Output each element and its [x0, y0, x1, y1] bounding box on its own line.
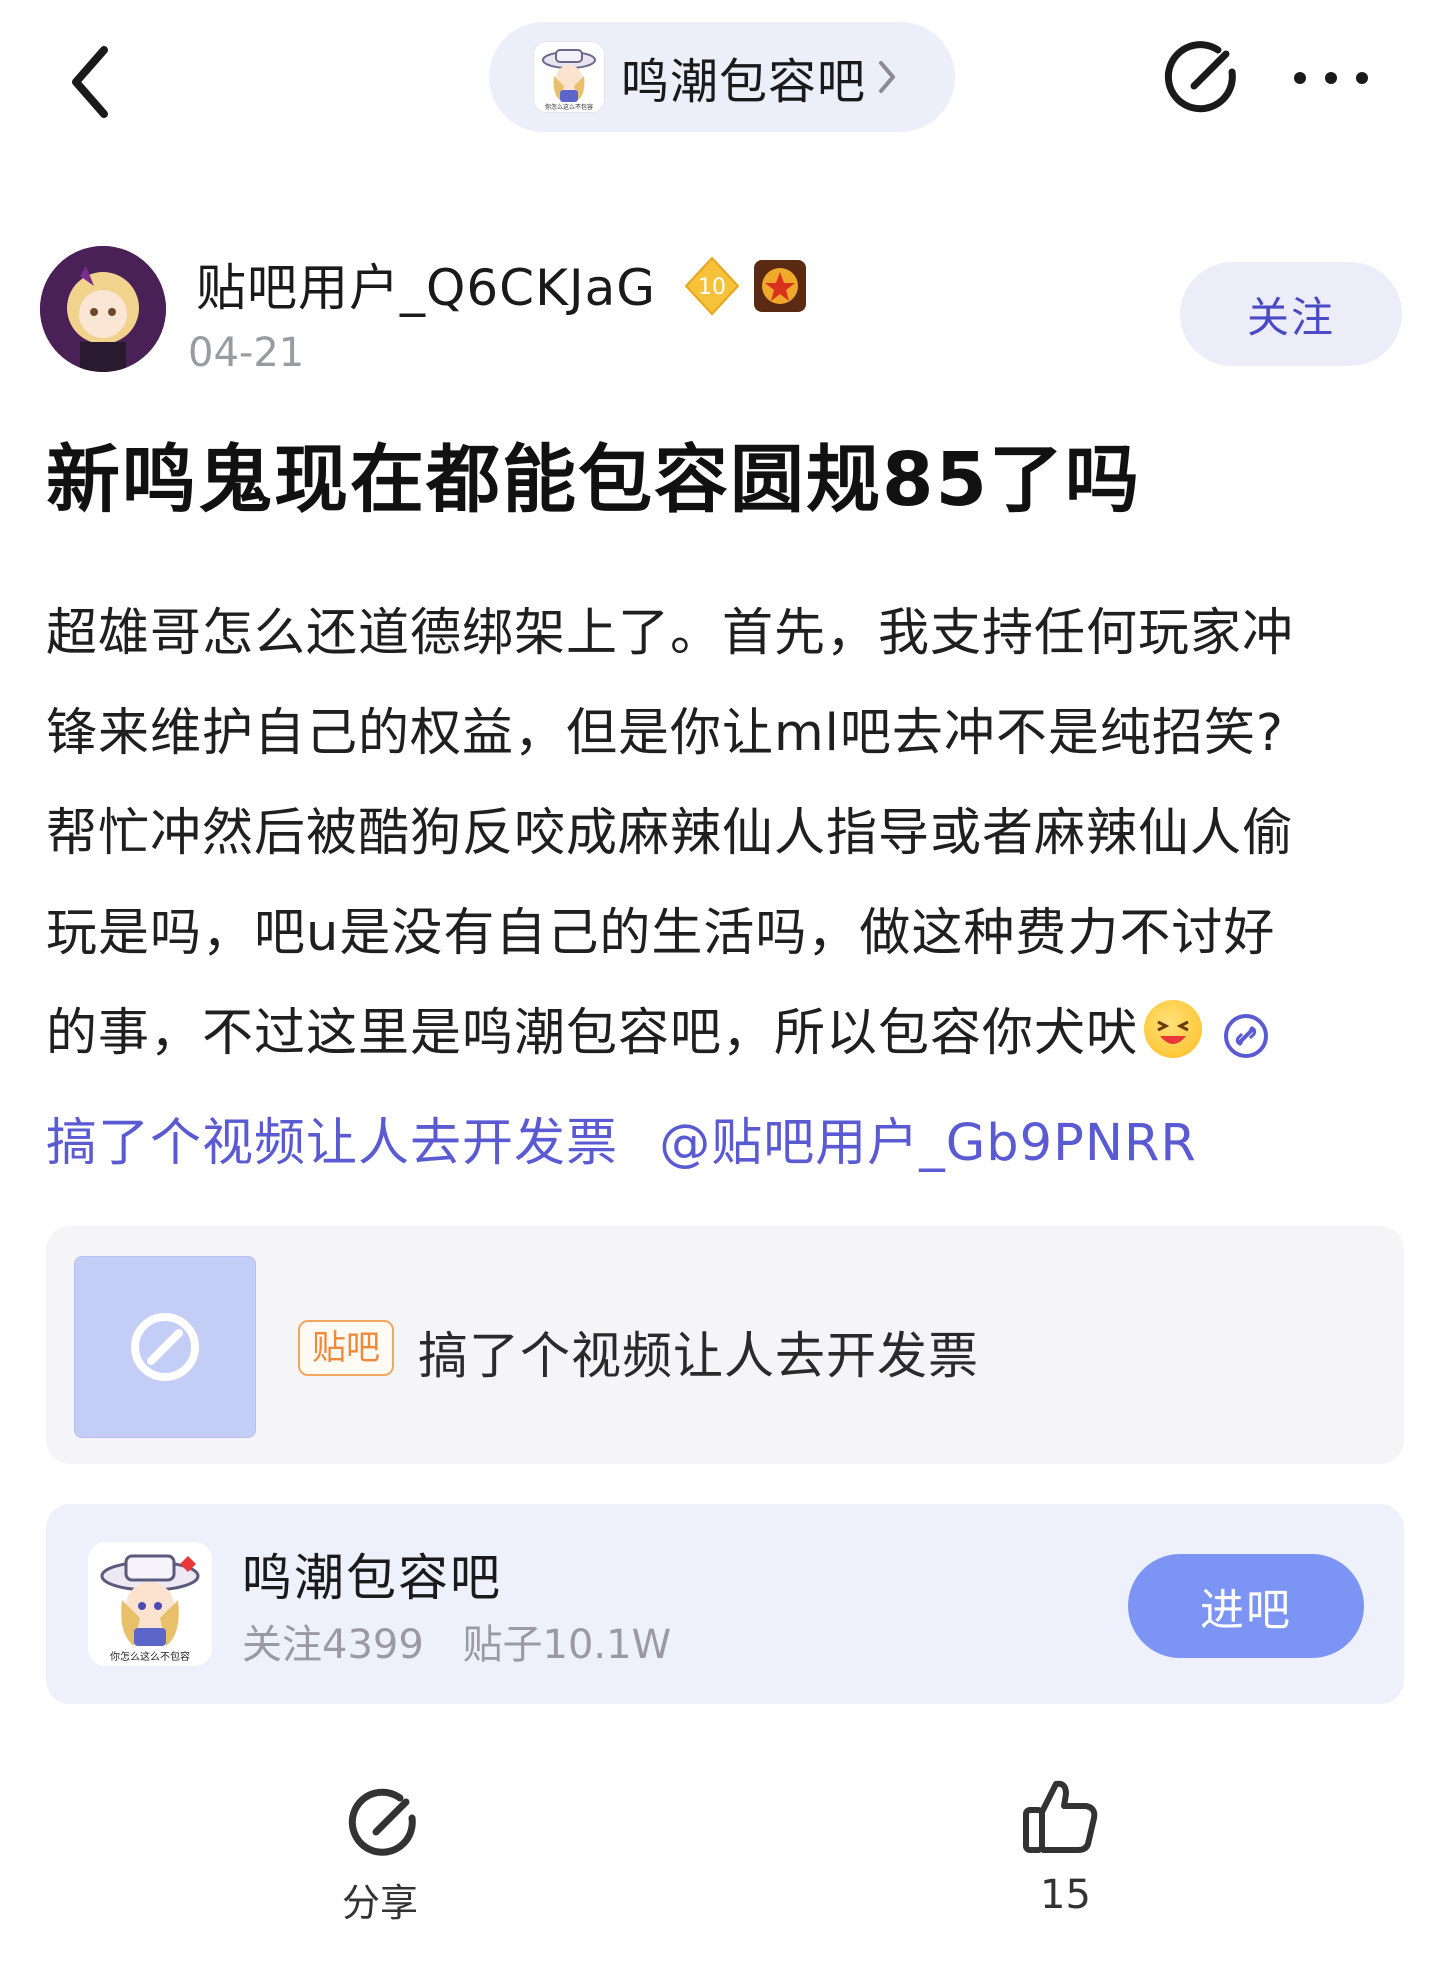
share-icon [346, 1786, 422, 1866]
source-tag: 贴吧 [298, 1320, 394, 1376]
forum-name: 鸣潮包容吧 [621, 54, 867, 110]
body-line: 帮忙冲然后被酷狗反咬成麻辣仙人指导或者麻辣仙人偷 [46, 804, 1295, 863]
chevron-right-icon [879, 61, 896, 93]
posts-count: 贴子10.1W [462, 1622, 672, 1668]
forum-card-avatar: 你怎么这么不包容 [88, 1542, 212, 1666]
body-line-last: 的事，不过这里是鸣潮包容吧，所以包容你犬吠 [46, 984, 1416, 1094]
laughing-emoji-icon [1144, 1000, 1203, 1058]
link-icon [1222, 994, 1270, 1094]
forum-card-name: 鸣潮包容吧 [242, 1549, 502, 1607]
forum-avatar: 你怎么这么不包容 [533, 41, 605, 113]
followers-count: 关注4399 [242, 1622, 424, 1668]
user-mention-link[interactable]: @贴吧用户_Gb9PNRR [659, 1114, 1197, 1173]
share-top-button[interactable] [1162, 38, 1242, 118]
post-body: 超雄哥怎么还道德绑架上了。首先，我支持任何玩家冲 锋来维护自己的权益，但是你让m… [46, 584, 1416, 1194]
svg-text:你怎么这么不包容: 你怎么这么不包容 [545, 103, 593, 111]
author-avatar[interactable] [40, 246, 166, 372]
link-icon [131, 1313, 199, 1381]
link-thumbnail [74, 1256, 256, 1438]
share-label: 分享 [342, 1881, 419, 1925]
body-line: 的事，不过这里是鸣潮包容吧，所以包容你犬吠 [46, 1004, 1139, 1063]
svg-text:你怎么这么不包容: 你怎么这么不包容 [110, 1650, 190, 1663]
svg-text:10: 10 [698, 275, 726, 300]
follow-button[interactable]: 关注 [1180, 262, 1402, 366]
post-date: 04-21 [188, 330, 305, 376]
enter-forum-button[interactable]: 进吧 [1128, 1554, 1364, 1658]
forum-pill[interactable]: 你怎么这么不包容 鸣潮包容吧 [489, 22, 955, 132]
like-count: 15 [1040, 1872, 1091, 1918]
post-title: 新鸣鬼现在都能包容圆规85了吗 [46, 437, 1141, 523]
rank-badge-icon [752, 258, 808, 314]
link-title: 搞了个视频让人去开发票 [418, 1327, 979, 1385]
back-button[interactable] [62, 42, 122, 122]
more-dots-icon [1294, 72, 1368, 84]
body-line: 超雄哥怎么还道德绑架上了。首先，我支持任何玩家冲 [46, 604, 1295, 663]
forum-card-stats: 关注4399 贴子10.1W [242, 1612, 697, 1670]
chevron-left-icon [72, 46, 108, 118]
more-button[interactable] [1290, 56, 1372, 100]
inline-video-link[interactable]: 搞了个视频让人去开发票 [46, 1114, 618, 1173]
body-links-line: 搞了个视频让人去开发票 @贴吧用户_Gb9PNRR [46, 1094, 1416, 1194]
thumbs-up-icon [1020, 1774, 1102, 1860]
body-line: 玩是吗，吧u是没有自己的生活吗，做这种费力不讨好 [46, 904, 1276, 963]
share-edit-icon [1164, 41, 1236, 113]
level-badge: 10 [682, 256, 742, 316]
author-name[interactable]: 贴吧用户_Q6CKJaG [196, 248, 656, 320]
body-line: 锋来维护自己的权益，但是你让ml吧去冲不是纯招笑? [46, 704, 1284, 763]
